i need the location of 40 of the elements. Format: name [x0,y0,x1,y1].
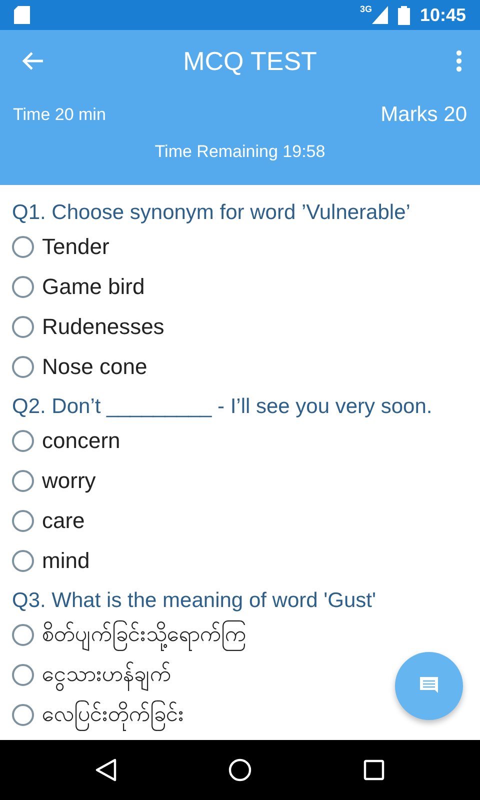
radio-button[interactable] [12,704,34,726]
option-label[interactable]: concern [42,428,120,454]
option-label[interactable]: care [42,508,85,534]
option-label[interactable]: Game bird [42,274,145,300]
network-type: 3G [360,4,372,14]
option-label[interactable]: Tender [42,234,110,260]
sd-card-icon [14,6,30,24]
option-label[interactable]: Rudenesses [42,314,164,340]
radio-button[interactable] [12,316,34,338]
radio-button[interactable] [12,430,34,452]
clock: 10:45 [420,4,466,26]
option-label[interactable]: လေပြင်းတိုက်ခြင်း [42,698,184,732]
option-label[interactable]: စိတ်ပျက်ခြင်းသို့ရောက်ကြ [42,618,246,652]
radio-button[interactable] [12,550,34,572]
back-nav-button[interactable] [95,758,118,782]
option-label[interactable]: Nose cone [42,354,148,380]
battery-icon [398,5,410,25]
question-text: Q3. What is the meaning of word 'Gust' [12,588,378,614]
question-text: Q1. Choose synonym for word ’Vulnerable’ [12,200,412,226]
option-label[interactable]: ငွေသားဟန်ချက် [42,658,171,692]
test-duration: Time 20 min [13,105,106,125]
radio-button[interactable] [12,664,34,686]
app-title: MCQ TEST [182,46,318,76]
more-icon [456,50,462,72]
option-label[interactable]: mind [42,548,90,574]
radio-button[interactable] [12,356,34,378]
chat-fab[interactable] [395,652,463,720]
back-arrow-icon [22,51,44,71]
option-label[interactable]: worry [42,468,96,494]
signal-icon [372,6,388,24]
question-text: Q2. Don’t _________ - I’ll see you very soon. [12,394,434,420]
radio-button[interactable] [12,510,34,532]
radio-button[interactable] [12,236,34,258]
radio-button[interactable] [12,276,34,298]
time-remaining: Time Remaining 19:58 [154,142,326,161]
test-marks: Marks 20 [380,103,467,127]
recents-nav-button[interactable] [362,759,385,781]
home-nav-button[interactable] [228,758,252,782]
radio-button[interactable] [12,624,34,646]
radio-button[interactable] [12,470,34,492]
